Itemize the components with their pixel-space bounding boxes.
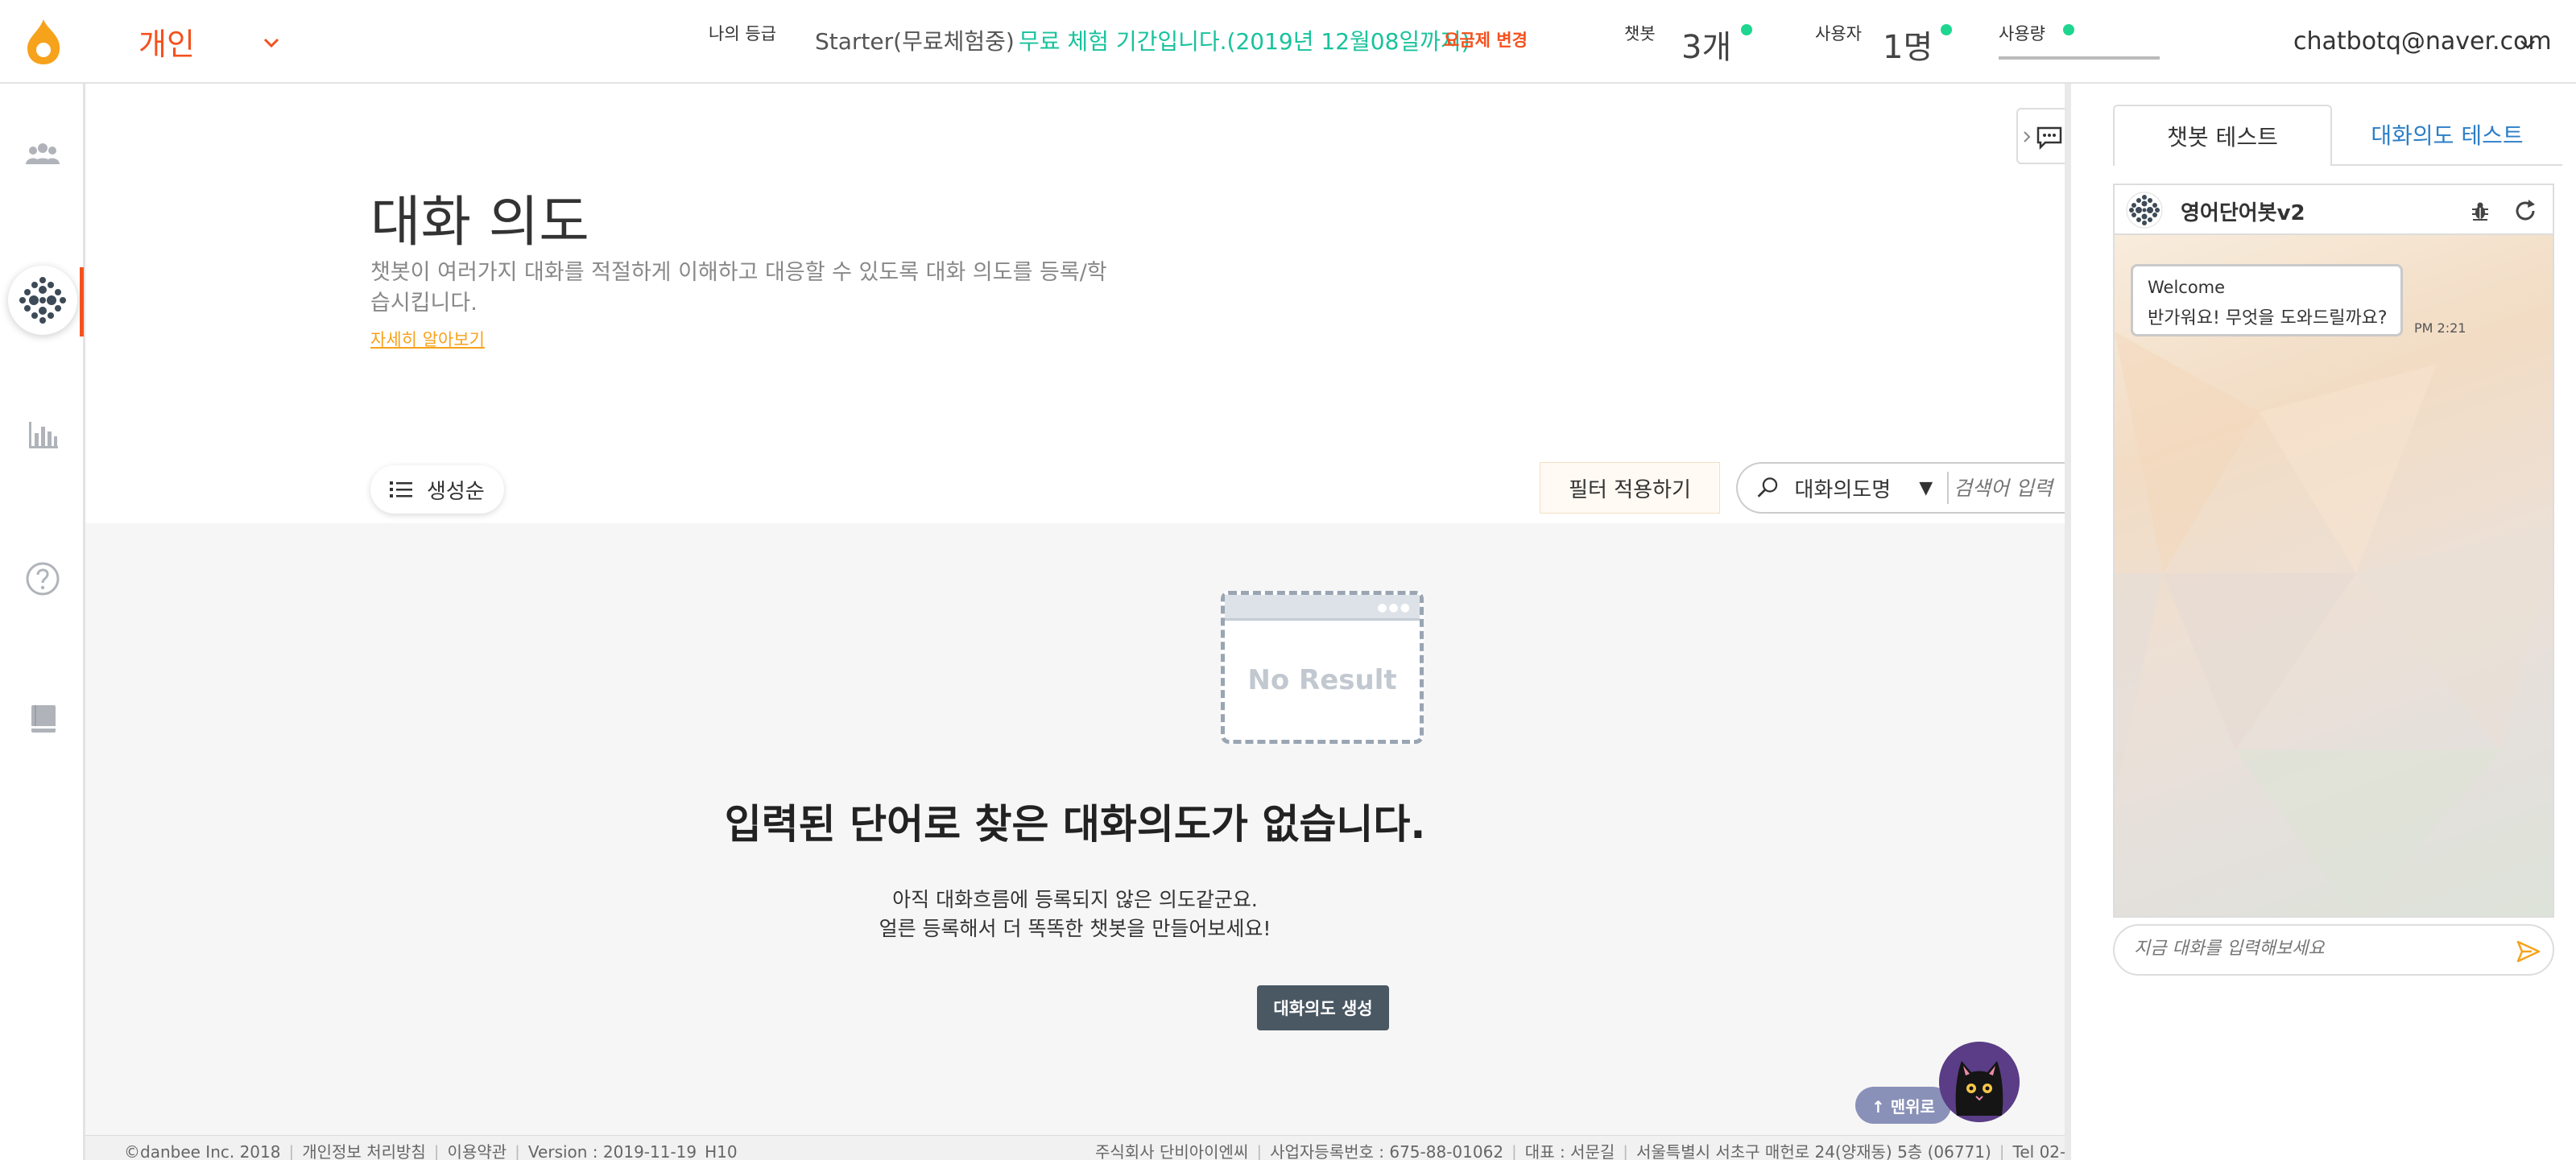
sort-label: 생성순: [427, 479, 485, 504]
plan-change-link[interactable]: 요금제 변경: [1444, 27, 1528, 52]
search-input[interactable]: [1954, 476, 2065, 500]
send-icon[interactable]: [2516, 939, 2541, 964]
footer-privacy-link[interactable]: 개인정보 처리방침: [302, 1142, 426, 1160]
workspace-select[interactable]: 개인: [139, 19, 195, 64]
chat-panel-toggle[interactable]: [2016, 108, 2065, 164]
scroll-top-button[interactable]: ↑ 맨위로: [1855, 1087, 1951, 1124]
top-bar: 개인 나의 등급 Starter(무료체험중) 무료 체험 기간입니다.(201…: [0, 0, 2576, 84]
bot-header: 영어단어봇v2: [2113, 184, 2554, 235]
bar-chart-icon[interactable]: [24, 415, 61, 452]
empty-line-2: 얼른 등록해서 더 똑똑한 챗봇을 만들어보세요!: [879, 917, 1271, 940]
book-icon[interactable]: [24, 700, 61, 737]
results-area: ●●● No Result 입력된 단어로 찾은 대화의도가 없습니다. 아직 …: [85, 523, 2065, 1135]
footer-biz-no: 사업자등록번호 : 675-88-01062: [1270, 1142, 1504, 1160]
tab-chatbot-test[interactable]: 챗봇 테스트: [2113, 105, 2332, 166]
chatbot-avatar-icon: [2126, 192, 2163, 229]
bot-name: 영어단어봇v2: [2181, 201, 2305, 225]
chat-bubble-icon: [2036, 126, 2062, 150]
chat-assistant-avatar[interactable]: [1939, 1042, 2020, 1122]
footer-address: 서울특별시 서초구 매헌로 24(양재동) 5층 (06771): [1636, 1142, 1991, 1160]
usage-bar: [1999, 56, 2160, 60]
message-time: PM 2:21: [2414, 320, 2466, 336]
message-title: Welcome: [2148, 278, 2226, 297]
users-icon[interactable]: [24, 135, 61, 172]
chat-background-pattern: [2115, 332, 2553, 916]
bot-message: Welcome 반가워요! 무엇을 도와드릴까요?: [2131, 264, 2403, 336]
trial-notice: 무료 체험 기간입니다.(2019년 12월08일까지): [1019, 28, 1470, 55]
no-result-text: No Result: [1247, 664, 1397, 696]
chatbot-label: 챗봇: [1624, 24, 1656, 43]
chatbot-avatar-icon: [16, 274, 69, 327]
user-count: 1명: [1883, 29, 1933, 66]
window-dots-icon: ●●●: [1377, 601, 1412, 614]
chat-input[interactable]: [2134, 939, 2488, 959]
footer-company: 주식회사 단비아이엔씨: [1095, 1142, 1249, 1160]
sidebar-item-chatbot[interactable]: [8, 266, 77, 335]
usage-status-dot: [2063, 24, 2074, 35]
create-intent-button[interactable]: 대화의도 생성: [1257, 985, 1389, 1030]
sort-button[interactable]: 생성순: [370, 465, 504, 514]
page-description: 챗봇이 여러가지 대화를 적절하게 이해하고 대응할 수 있도록 대화 의도를 …: [370, 260, 1107, 316]
footer-left: ©danbee Inc. 2018 | 개인정보 처리방침 | 이용약관 | Version…: [124, 1142, 738, 1160]
chevron-down-icon[interactable]: [2517, 34, 2538, 55]
main-content: 대화 의도 챗봇이 여러가지 대화를 적절하게 이해하고 대응할 수 있도록 대…: [85, 84, 2065, 1160]
user-status-dot: [1941, 24, 1952, 35]
footer-copyright: ©danbee Inc. 2018: [124, 1142, 281, 1160]
search-field-select[interactable]: 대화의도명: [1795, 473, 1904, 503]
cat-face-icon: [1939, 1042, 2020, 1122]
page-title: 대화 의도: [370, 191, 589, 254]
chevron-right-icon: [2024, 131, 2031, 142]
empty-line-1: 아직 대화흐름에 등록되지 않은 의도같군요.: [892, 888, 1258, 911]
learn-more-link[interactable]: 자세히 알아보기: [370, 327, 485, 351]
flame-logo-icon[interactable]: [23, 18, 64, 66]
footer-right: 주식회사 단비아이엔씨 | 사업자등록번호 : 675-88-01062 | 대표 : …: [1095, 1139, 2065, 1160]
empty-title: 입력된 단어로 찾은 대화의도가 없습니다.: [724, 801, 1426, 848]
list-icon: [390, 481, 412, 497]
active-item-marker: [80, 267, 84, 336]
search-icon: [1757, 477, 1778, 497]
user-label: 사용자: [1815, 24, 1862, 43]
window-header: ●●●: [1225, 595, 1420, 621]
grade-value: Starter(무료체험중): [815, 28, 1015, 55]
bug-icon[interactable]: [2469, 200, 2491, 222]
filter-button[interactable]: 필터 적용하기: [1540, 462, 1720, 514]
help-icon[interactable]: [24, 560, 61, 597]
footer-ceo: 대표 : 서문길: [1524, 1142, 1615, 1160]
grade-label: 나의 등급: [709, 24, 776, 43]
chat-input-box: [2113, 924, 2554, 976]
tab-intent-test[interactable]: 대화의도 테스트: [2332, 105, 2562, 166]
search-box: 대화의도명 ▼: [1736, 462, 2065, 514]
test-panel: 챗봇 테스트 대화의도 테스트 영어단어봇v2 Welcome 반가워요! 무엇…: [2065, 84, 2576, 1160]
no-result-illustration: ●●● No Result: [1221, 591, 1424, 744]
footer: ©danbee Inc. 2018 | 개인정보 처리방침 | 이용약관 | Version…: [85, 1135, 2065, 1160]
account-email[interactable]: chatbotq@naver.com: [2293, 27, 2552, 56]
footer-tel: Tel 02-208: [2012, 1142, 2065, 1160]
chatbot-count: 3개: [1681, 29, 1732, 66]
usage-label: 사용량: [1999, 24, 2045, 43]
chatbot-status-dot: [1741, 24, 1752, 35]
empty-description: 아직 대화흐름에 등록되지 않은 의도같군요. 얼른 등록해서 더 똑똑한 챗봇…: [85, 885, 2065, 943]
message-text: 반가워요! 무엇을 도와드릴까요?: [2148, 308, 2388, 328]
search-divider: [1947, 472, 1949, 504]
chevron-down-icon[interactable]: [259, 31, 283, 55]
refresh-icon[interactable]: [2512, 198, 2538, 224]
sidebar: [0, 84, 85, 1160]
footer-version: Version : 2019-11-19_H10: [527, 1142, 738, 1160]
chat-conversation: Welcome 반가워요! 무엇을 도와드릴까요? PM 2:21: [2113, 235, 2554, 918]
dropdown-arrow-icon[interactable]: ▼: [1919, 478, 1933, 498]
footer-terms-link[interactable]: 이용약관: [448, 1142, 507, 1160]
